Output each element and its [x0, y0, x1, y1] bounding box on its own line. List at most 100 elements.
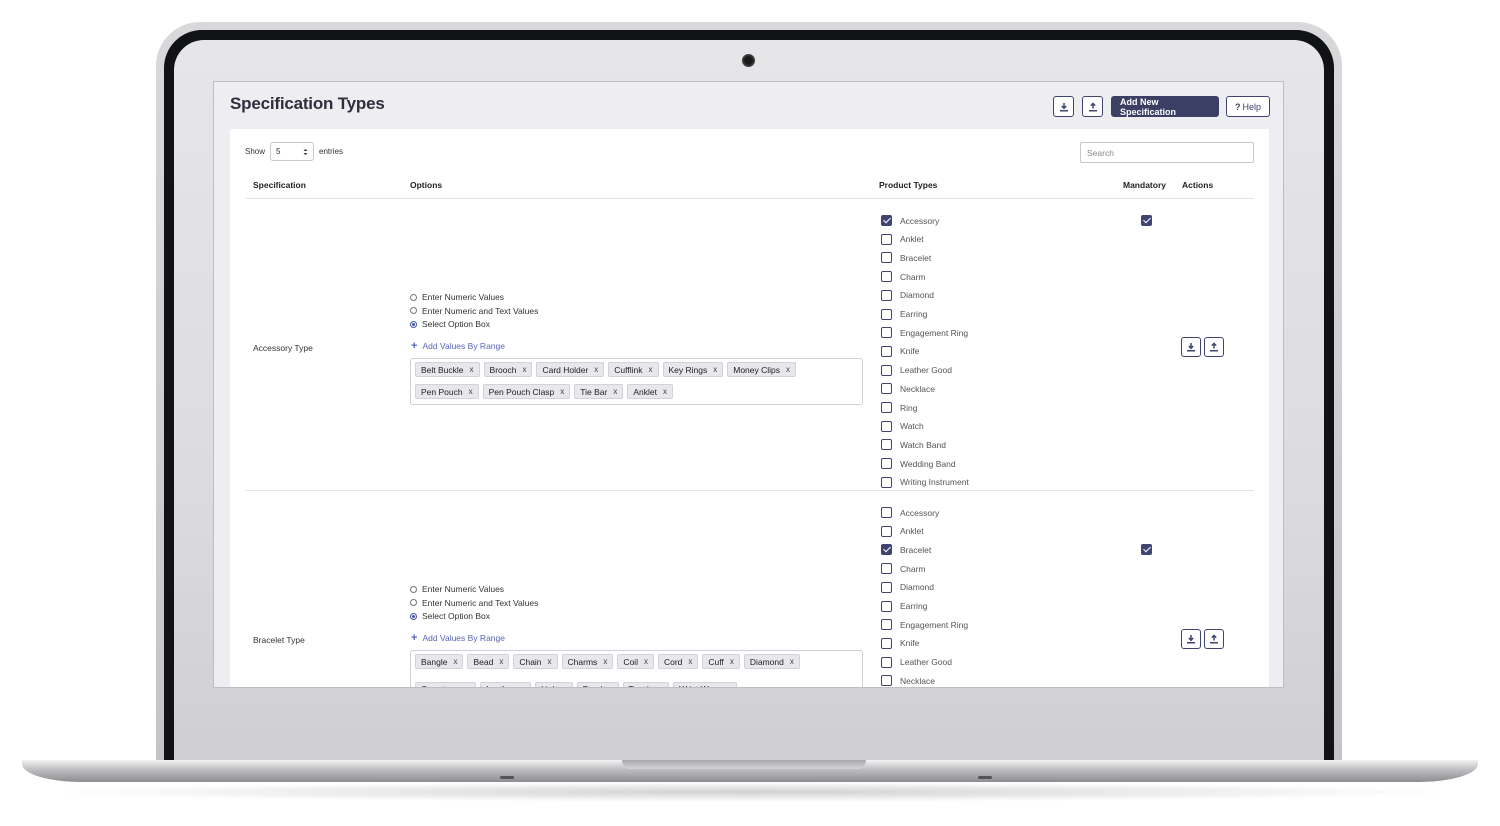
- remove-tag-icon[interactable]: x: [563, 685, 567, 688]
- help-button-label: Help: [1242, 101, 1261, 112]
- remove-tag-icon[interactable]: x: [548, 657, 552, 666]
- product-type-label: Knife: [900, 346, 920, 357]
- product-type-checkbox[interactable]: Accessory: [881, 507, 939, 518]
- option-tag-label: Tie Bar: [580, 386, 608, 397]
- upload-button[interactable]: [1082, 96, 1103, 117]
- column-header-specification[interactable]: Specification: [253, 180, 306, 190]
- product-type-checkbox[interactable]: Knife: [881, 637, 919, 649]
- product-type-checkbox[interactable]: Engagement Ring: [881, 619, 968, 631]
- option-tag-label: Chain: [519, 656, 542, 667]
- search-input[interactable]: [1080, 142, 1254, 163]
- product-type-checkbox[interactable]: Charm: [881, 563, 926, 575]
- help-button[interactable]: ? Help: [1226, 96, 1270, 117]
- option-mode-radio[interactable]: Enter Numeric and Text Values: [410, 306, 538, 316]
- remove-tag-icon[interactable]: x: [790, 657, 794, 666]
- remove-tag-icon[interactable]: x: [499, 657, 503, 666]
- product-type-checkbox[interactable]: Engagement Ring: [881, 327, 968, 339]
- option-mode-radio[interactable]: Enter Numeric Values: [410, 292, 504, 302]
- product-type-checkbox[interactable]: Accessory: [881, 215, 939, 226]
- entries-select[interactable]: 5: [270, 142, 315, 161]
- row-upload-button[interactable]: [1204, 337, 1224, 357]
- remove-tag-icon[interactable]: x: [609, 685, 613, 688]
- product-type-checkbox[interactable]: Writing Instrument: [881, 476, 969, 488]
- download-button[interactable]: [1053, 96, 1074, 117]
- add-values-by-range-link[interactable]: + Add Values By Range: [411, 341, 505, 352]
- option-tag-label: Diamond: [749, 656, 784, 667]
- option-mode-radio[interactable]: Enter Numeric and Text Values: [410, 598, 538, 608]
- column-header-mandatory[interactable]: Mandatory: [1123, 180, 1166, 190]
- option-tag: Anklet x: [627, 384, 673, 399]
- option-values-tag-input[interactable]: Belt Buckle x Brooch x Card Holder x Cufflink x…: [410, 358, 863, 405]
- product-type-label: Diamond: [900, 582, 935, 593]
- remove-tag-icon[interactable]: x: [613, 387, 617, 396]
- product-type-checkbox[interactable]: Earring: [881, 600, 927, 612]
- product-type-checkbox[interactable]: Ring: [881, 402, 917, 413]
- checkbox-empty-icon: [881, 581, 892, 593]
- product-type-checkbox[interactable]: Earring: [881, 308, 927, 320]
- remove-tag-icon[interactable]: x: [470, 365, 474, 374]
- option-tag: Tennis x: [622, 681, 670, 688]
- remove-tag-icon[interactable]: x: [730, 657, 734, 666]
- remove-tag-icon[interactable]: x: [659, 685, 663, 688]
- remove-tag-icon[interactable]: x: [522, 365, 526, 374]
- remove-tag-icon[interactable]: x: [594, 365, 598, 374]
- product-type-checkbox[interactable]: Leather Good: [881, 656, 952, 668]
- remove-tag-icon[interactable]: x: [603, 657, 607, 666]
- column-header-product-types[interactable]: Product Types: [879, 180, 937, 190]
- remove-tag-icon[interactable]: x: [644, 657, 648, 666]
- app-screen: Specification Types Add New Specificatio…: [213, 81, 1284, 688]
- remove-tag-icon[interactable]: x: [786, 365, 790, 374]
- help-icon: ?: [1234, 101, 1241, 112]
- option-tag: Brooch x: [483, 362, 533, 377]
- remove-tag-icon[interactable]: x: [453, 657, 457, 666]
- remove-tag-icon[interactable]: x: [521, 685, 525, 688]
- remove-tag-icon[interactable]: x: [469, 387, 473, 396]
- product-type-checkbox[interactable]: Watch: [881, 420, 924, 432]
- option-mode-radio[interactable]: Select Option Box: [410, 611, 490, 621]
- product-type-checkbox[interactable]: Leather Good: [881, 364, 952, 376]
- option-mode-radio[interactable]: Enter Numeric Values: [410, 584, 504, 594]
- checkbox-empty-icon: [881, 507, 892, 518]
- mandatory-checkbox[interactable]: [1141, 215, 1152, 226]
- remove-tag-icon[interactable]: x: [663, 387, 667, 396]
- remove-tag-icon[interactable]: x: [713, 365, 717, 374]
- add-values-by-range-link[interactable]: + Add Values By Range: [411, 633, 505, 644]
- product-type-checkbox[interactable]: Watch Band: [881, 439, 946, 451]
- column-header-options[interactable]: Options: [410, 180, 442, 190]
- option-mode-radio[interactable]: Select Option Box: [410, 319, 490, 329]
- product-type-checkbox[interactable]: Diamond: [881, 289, 934, 301]
- remove-tag-icon[interactable]: x: [727, 685, 731, 688]
- page-title: Specification Types: [230, 94, 385, 113]
- specification-name: Bracelet Type: [253, 635, 305, 645]
- option-mode-label: Select Option Box: [422, 319, 491, 329]
- remove-tag-icon[interactable]: x: [466, 685, 470, 688]
- option-mode-label: Enter Numeric Values: [422, 292, 505, 302]
- product-type-checkbox[interactable]: Bracelet: [881, 252, 931, 264]
- option-tag-label: Link: [541, 684, 557, 687]
- product-type-checkbox[interactable]: Necklace: [881, 383, 935, 395]
- product-type-checkbox[interactable]: Charm: [881, 271, 926, 283]
- row-download-button[interactable]: [1181, 337, 1201, 357]
- product-type-checkbox[interactable]: Anklet: [881, 525, 924, 537]
- option-tag: Wrist Wrap x: [673, 681, 737, 688]
- column-header-actions[interactable]: Actions: [1182, 180, 1213, 190]
- product-type-checkbox[interactable]: Knife: [881, 345, 920, 357]
- option-tag-label: Brooch: [489, 364, 517, 375]
- product-type-label: Anklet: [900, 234, 924, 245]
- checkbox-empty-icon: [881, 439, 892, 451]
- product-type-checkbox[interactable]: Necklace: [881, 675, 935, 687]
- product-type-checkbox[interactable]: Wedding Band: [881, 458, 956, 470]
- row-upload-button[interactable]: [1204, 629, 1224, 649]
- row-download-button[interactable]: [1181, 629, 1201, 649]
- remove-tag-icon[interactable]: x: [560, 387, 564, 396]
- option-tag: Card Holder x: [536, 362, 605, 377]
- remove-tag-icon[interactable]: x: [649, 365, 653, 374]
- remove-tag-icon[interactable]: x: [688, 657, 692, 666]
- product-type-checkbox[interactable]: Anklet: [881, 233, 924, 245]
- product-type-checkbox[interactable]: Bracelet: [881, 544, 931, 556]
- add-new-specification-button[interactable]: Add New Specification: [1111, 96, 1219, 117]
- product-type-label: Charm: [900, 563, 926, 574]
- mandatory-checkbox[interactable]: [1141, 544, 1152, 556]
- option-values-tag-input[interactable]: Bangle x Bead x Chain x Charms x Coil x Cord x Cuff x…: [410, 650, 863, 688]
- product-type-checkbox[interactable]: Diamond: [881, 581, 935, 593]
